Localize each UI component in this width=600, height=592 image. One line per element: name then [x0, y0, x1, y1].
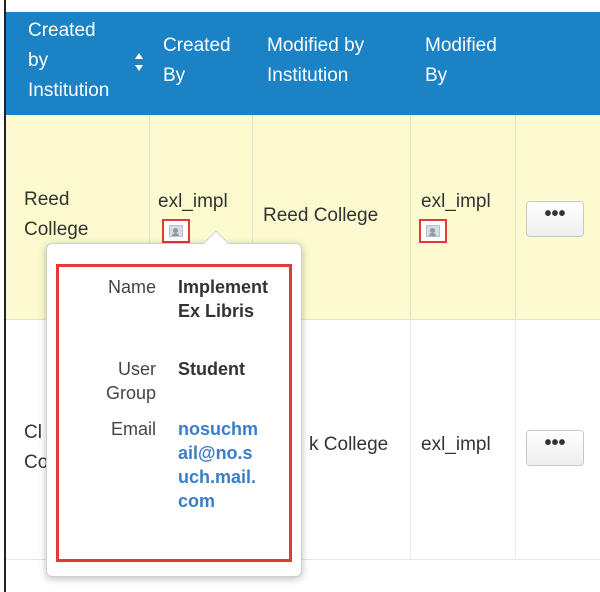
cell-created-by-institution: Reed College	[24, 185, 88, 245]
user-details-highlight: Name Implement Ex Libris User Group Stud…	[56, 264, 292, 562]
user-group-value: Student	[178, 359, 245, 379]
header-label-line: Modified by	[267, 35, 365, 56]
cell-modified-by: exl_impl	[421, 434, 491, 455]
label-line: User	[117, 359, 156, 379]
table-header: Created by Institution Created By Modifi…	[6, 12, 600, 115]
row-actions-button[interactable]: •••	[526, 430, 584, 466]
column-divider	[410, 320, 411, 559]
email-link[interactable]: nosuchmail@no.such.mail.com	[178, 417, 260, 513]
user-card-icon[interactable]	[419, 219, 447, 243]
name-value: Implement Ex Libris	[178, 277, 269, 321]
header-label-line: By	[425, 65, 448, 86]
user-details-popover: Name Implement Ex Libris User Group Stud…	[46, 230, 302, 577]
cell-created-by: exl_impl	[158, 191, 228, 212]
cell-text-line: Co	[24, 452, 49, 473]
user-card-icon[interactable]	[162, 219, 190, 243]
name-label: Name	[107, 277, 156, 297]
user-card-icon-card	[169, 225, 183, 237]
cell-modified-by-institution: Reed College	[263, 205, 379, 226]
row-actions-button[interactable]: •••	[526, 201, 584, 237]
column-divider	[515, 115, 516, 319]
user-group-label: User Group	[106, 357, 156, 405]
cell-modified-by: exl_impl	[421, 191, 491, 212]
column-divider	[410, 115, 411, 319]
sort-arrows-icon[interactable]	[134, 50, 144, 74]
header-label-line: Created	[28, 20, 96, 41]
column-divider	[515, 320, 516, 559]
label-line: Group	[105, 383, 156, 403]
header-created-by-institution[interactable]: Created by Institution	[28, 16, 109, 119]
header-label-line: Institution	[28, 80, 110, 101]
email-label: Email	[110, 419, 156, 439]
user-card-icon-card	[426, 225, 440, 237]
cell-modified-by-institution: k College	[309, 434, 389, 455]
cell-text-line: Cl	[24, 422, 42, 443]
user-card-icon-body	[429, 233, 436, 236]
header-label-line: By	[163, 65, 186, 86]
header-label-line: Created	[163, 35, 231, 56]
header-label-line: Modified	[425, 35, 497, 56]
header-label-line: by	[28, 50, 49, 71]
header-label-line: Institution	[267, 65, 349, 86]
user-card-icon-body	[172, 233, 179, 236]
cell-text-line: College	[24, 219, 89, 240]
cell-created-by-institution: Cl Co	[24, 418, 48, 478]
screenshot-frame: Created by Institution Created By Modifi…	[0, 0, 600, 592]
cell-text-line: Reed	[24, 189, 70, 210]
